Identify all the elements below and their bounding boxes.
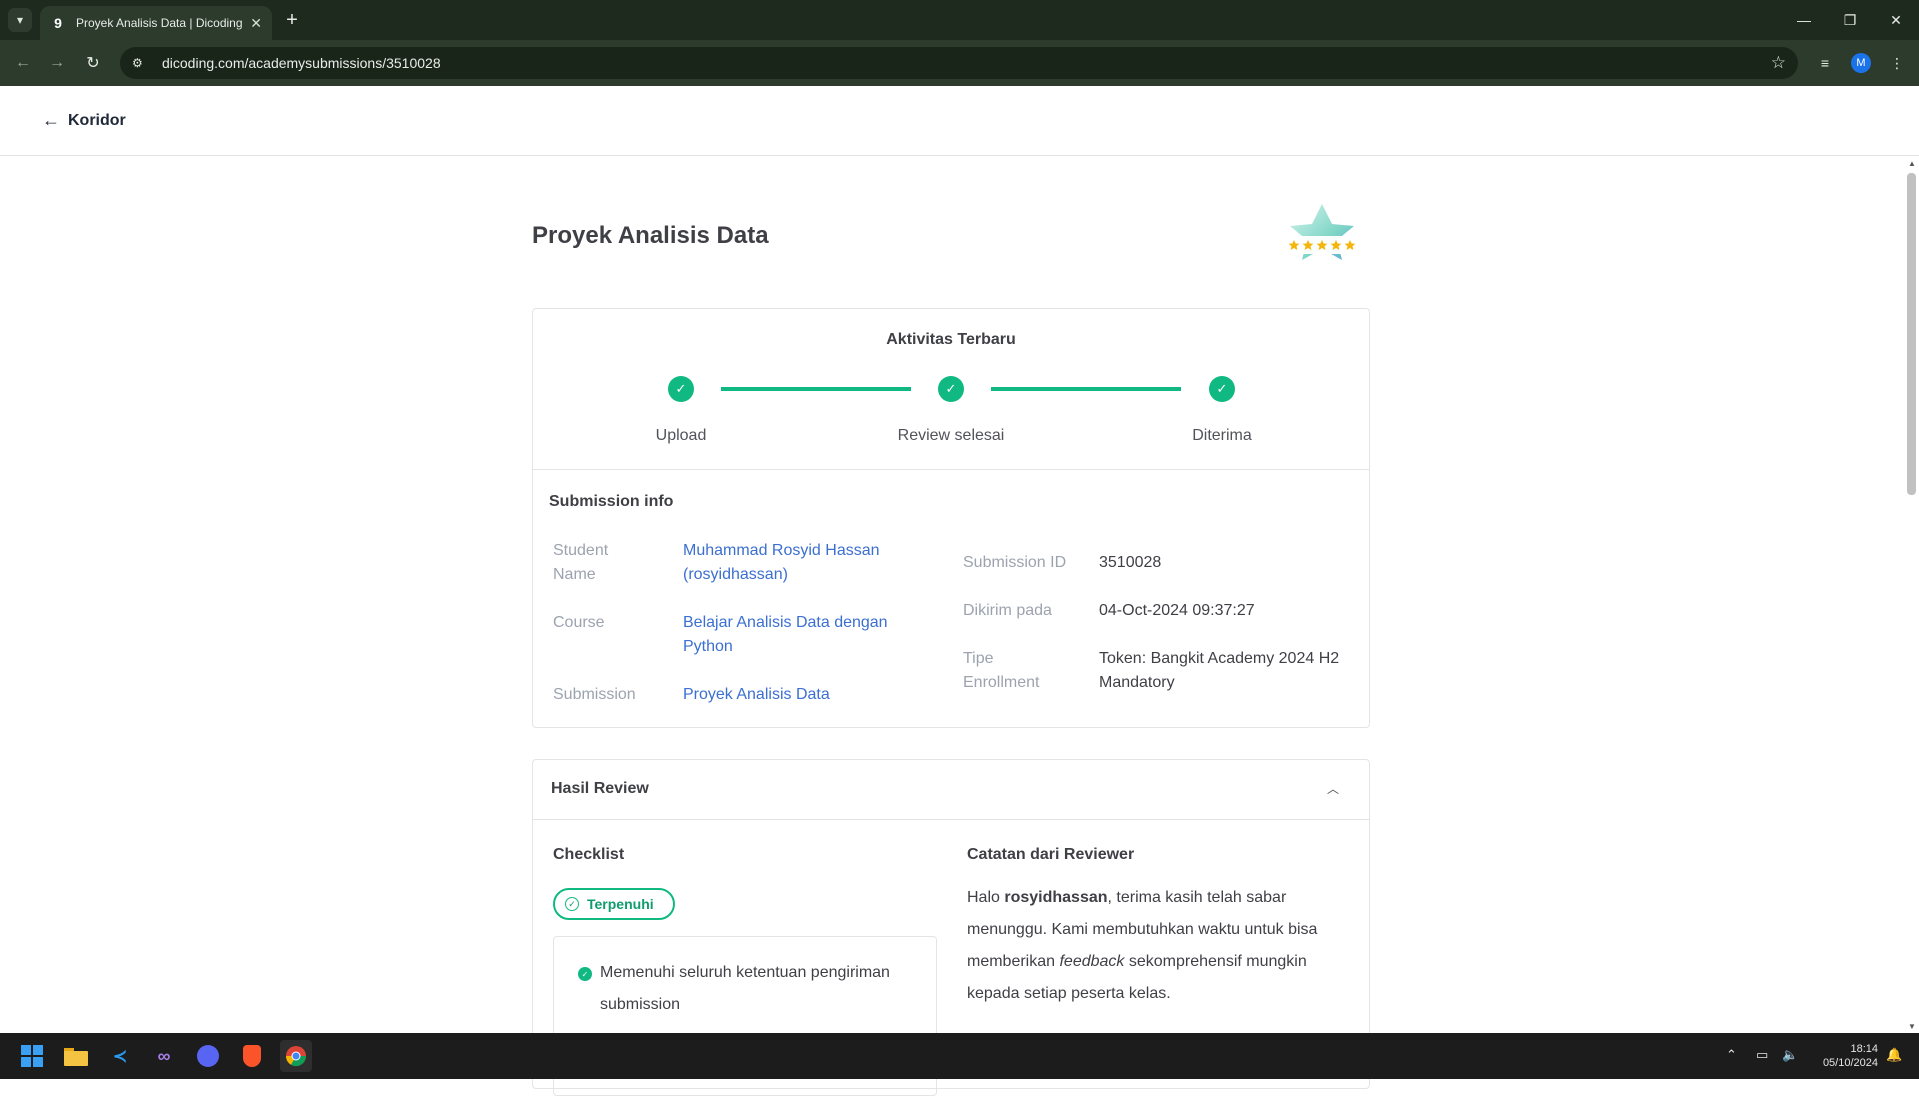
submission-id-value: 3510028 xyxy=(1099,554,1162,571)
submission-card: Aktivitas Terbaru ✓ ✓ ✓ Upload Review se… xyxy=(532,308,1370,728)
sent-at-label: Dikirim pada xyxy=(963,602,1052,619)
browser-menu-icon[interactable]: ⋮ xyxy=(1884,50,1910,76)
windows-start-icon[interactable] xyxy=(16,1040,48,1072)
system-clock[interactable]: 18:14 05/10/2024 xyxy=(1810,1042,1878,1070)
accepted-check-icon: ✓ xyxy=(1209,376,1235,402)
media-control-icon[interactable]: ≡ xyxy=(1812,50,1838,76)
review-accordion-header[interactable]: Hasil Review ︿ xyxy=(533,760,1369,820)
tab-title: Proyek Analisis Data | Dicoding xyxy=(76,16,242,30)
step-upload-label: Upload xyxy=(655,427,707,444)
reviewer-note: Halo rosyidhassan, terima kasih telah sa… xyxy=(967,882,1357,1010)
check-circle-icon: ✓ xyxy=(565,897,579,911)
divider xyxy=(533,469,1369,470)
back-to-koridor-link[interactable]: ← Koridor xyxy=(42,110,126,131)
status-badge: ✓ Terpenuhi xyxy=(553,888,675,920)
activity-title: Aktivitas Terbaru xyxy=(886,331,1016,348)
course-label: Course xyxy=(553,614,605,631)
clock-time: 18:14 xyxy=(1850,1043,1878,1055)
page-scrollbar[interactable]: ▲ ▼ xyxy=(1904,157,1919,1033)
notification-bell-icon[interactable]: 🔔 xyxy=(1886,1047,1902,1063)
submission-link[interactable]: Proyek Analisis Data xyxy=(683,683,830,707)
arrow-left-icon: ← xyxy=(42,110,60,130)
brave-icon[interactable] xyxy=(236,1040,268,1072)
submission-info-title: Submission info xyxy=(549,493,674,510)
scroll-thumb[interactable] xyxy=(1907,173,1916,495)
profile-avatar: M xyxy=(1851,53,1871,73)
note-greeting: Halo xyxy=(967,889,1005,906)
back-nav-icon[interactable]: ← xyxy=(10,50,36,76)
reload-icon[interactable]: ↻ xyxy=(80,50,106,76)
enrollment-type-value: Token: Bangkit Academy 2024 H2 Mandatory xyxy=(1099,650,1340,691)
progress-line-1 xyxy=(721,387,911,391)
course-link[interactable]: Belajar Analisis Data dengan Python xyxy=(683,611,913,659)
checklist-item: Memenuhi seluruh ketentuan pengiriman su… xyxy=(600,964,890,1013)
page-title: Proyek Analisis Data xyxy=(532,222,769,249)
profile-button[interactable]: M xyxy=(1848,50,1874,76)
note-username: rosyidhassan xyxy=(1004,889,1108,906)
network-icon[interactable]: ▭ xyxy=(1756,1047,1768,1063)
step-accepted-label: Diterima xyxy=(1192,427,1252,444)
dicoding-favicon-icon: 9 xyxy=(54,15,62,31)
scroll-down-icon[interactable]: ▼ xyxy=(1908,1022,1916,1031)
visual-studio-icon[interactable]: ∞ xyxy=(148,1040,180,1072)
tray-chevron-icon[interactable]: ⌃ xyxy=(1726,1047,1737,1063)
progress-line-2 xyxy=(991,387,1181,391)
windows-taskbar: ≺ ∞ ⌃ ▭ 🔈 18:14 05/10/2024 🔔 xyxy=(0,1033,1919,1079)
submission-id-label: Submission ID xyxy=(963,554,1067,571)
reviewer-notes-title: Catatan dari Reviewer xyxy=(967,846,1135,863)
review-check-icon: ✓ xyxy=(938,376,964,402)
url-bar[interactable]: ⚙ dicoding.com/academysubmissions/351002… xyxy=(120,47,1798,79)
student-name-link[interactable]: Muhammad Rosyid Hassan (rosyidhassan) xyxy=(683,539,913,587)
back-label: Koridor xyxy=(68,111,126,129)
url-text[interactable]: dicoding.com/academysubmissions/3510028 xyxy=(162,55,441,71)
step-review-label: Review selesai xyxy=(897,427,1005,444)
restore-button[interactable]: ❐ xyxy=(1827,0,1873,40)
scroll-up-icon[interactable]: ▲ xyxy=(1908,159,1916,168)
file-explorer-icon[interactable] xyxy=(60,1040,92,1072)
student-name-label: Student Name xyxy=(553,542,609,583)
site-info-icon[interactable]: ⚙ xyxy=(132,56,150,70)
chevron-up-icon[interactable]: ︿ xyxy=(1327,780,1339,797)
forward-nav-icon[interactable]: → xyxy=(44,50,70,76)
chrome-icon[interactable] xyxy=(280,1040,312,1072)
discord-icon[interactable] xyxy=(192,1040,224,1072)
status-badge-label: Terpenuhi xyxy=(587,896,654,912)
tab-search-button[interactable]: ▾ xyxy=(8,8,32,32)
close-window-button[interactable]: ✕ xyxy=(1873,0,1919,40)
page-header: ← Koridor xyxy=(0,86,1919,156)
clock-date: 05/10/2024 xyxy=(1822,1057,1878,1069)
enrollment-type-label: Tipe Enrollment xyxy=(963,650,1040,691)
new-tab-button[interactable]: + xyxy=(280,8,304,32)
minimize-button[interactable]: — xyxy=(1781,0,1827,40)
volume-icon[interactable]: 🔈 xyxy=(1782,1047,1798,1063)
five-star-badge-icon xyxy=(1286,204,1358,260)
vscode-icon[interactable]: ≺ xyxy=(104,1040,136,1072)
address-toolbar: ← → ↻ ⚙ dicoding.com/academysubmissions/… xyxy=(0,40,1919,86)
check-item-icon: ✓ xyxy=(578,967,592,981)
sent-at-value: 04-Oct-2024 09:37:27 xyxy=(1099,602,1255,619)
review-title: Hasil Review xyxy=(551,780,649,797)
tab-close-icon[interactable]: ✕ xyxy=(250,15,262,32)
checklist-title: Checklist xyxy=(553,846,625,863)
note-feedback: feedback xyxy=(1059,953,1125,970)
submission-label: Submission xyxy=(553,686,636,703)
bookmark-star-icon[interactable]: ☆ xyxy=(1771,53,1786,73)
browser-tab-bar: ▾ 9 Proyek Analisis Data | Dicoding ✕ + … xyxy=(0,0,1919,40)
upload-check-icon: ✓ xyxy=(668,376,694,402)
active-tab[interactable]: 9 Proyek Analisis Data | Dicoding ✕ xyxy=(40,6,272,40)
